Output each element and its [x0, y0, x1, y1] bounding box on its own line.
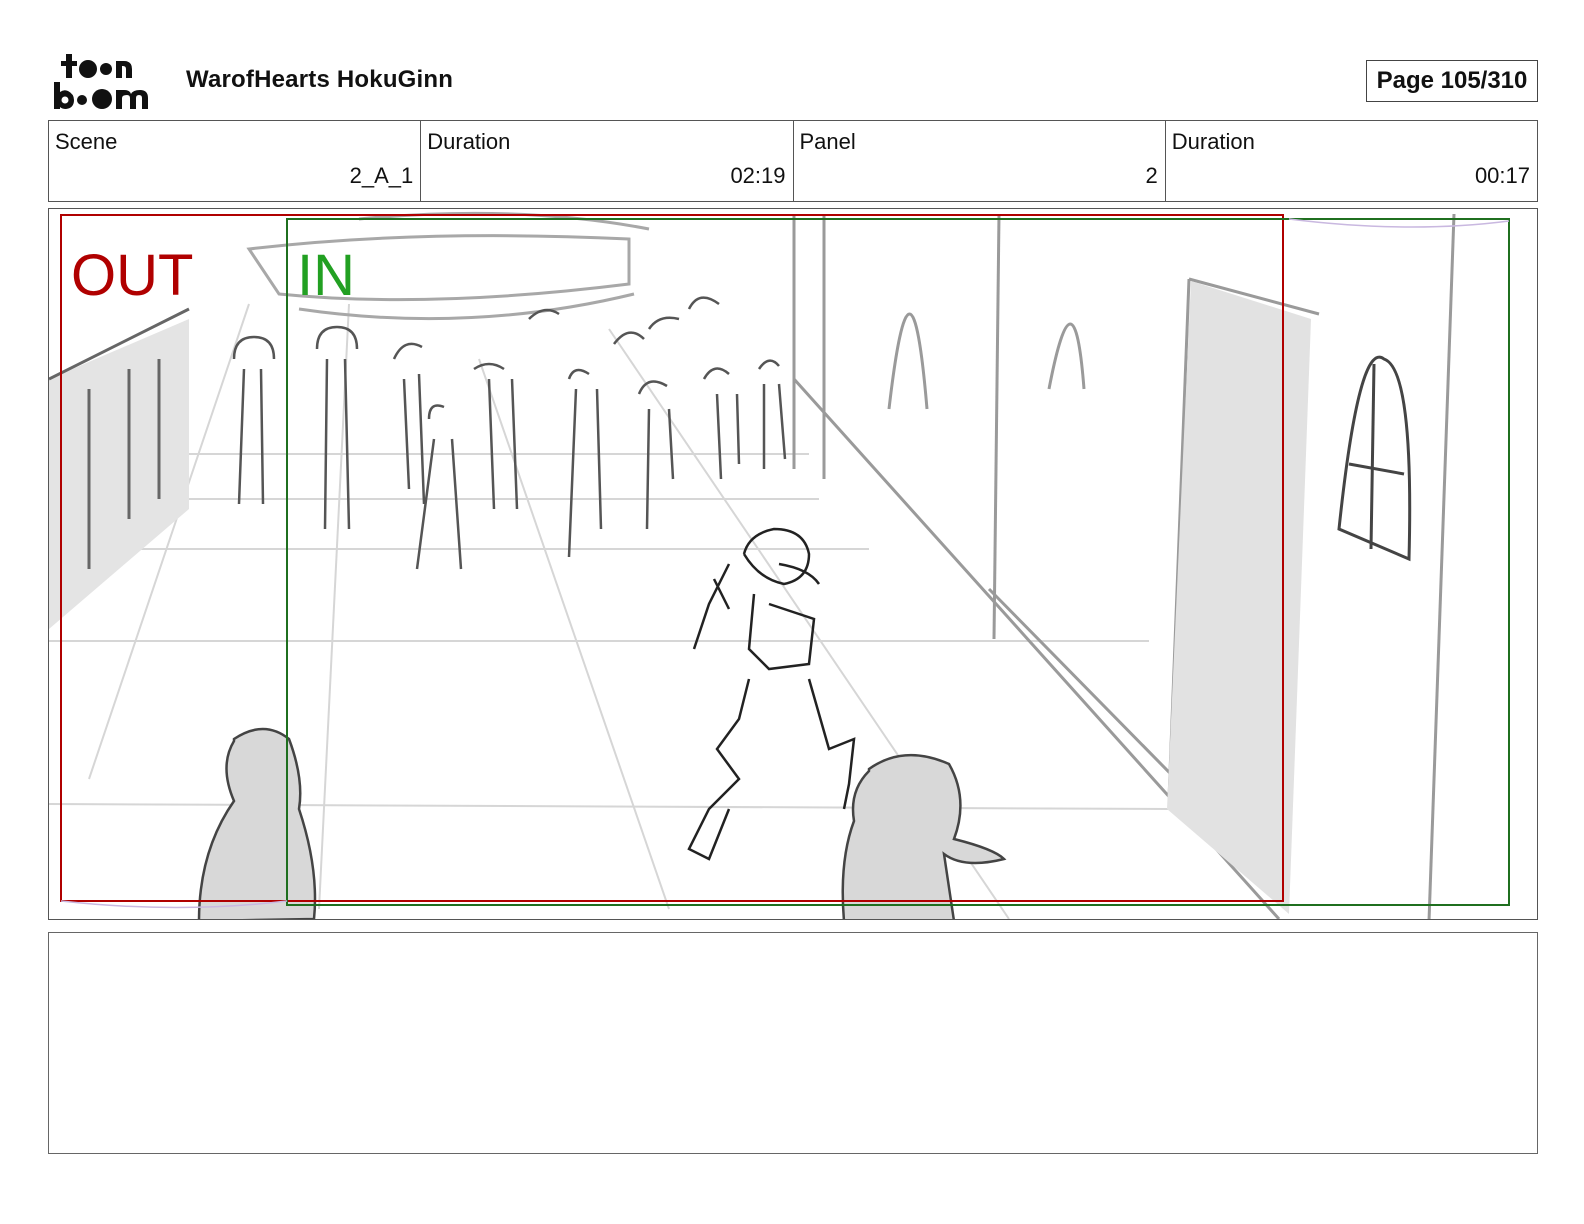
scene-duration-value: 02:19 [730, 163, 786, 188]
scene-value: 2_A_1 [349, 163, 414, 188]
scene-duration-label: Duration [427, 129, 511, 154]
panel-sketch: OUT IN [49, 211, 1510, 919]
panel-duration-label: Duration [1171, 129, 1255, 154]
in-label: IN [297, 243, 355, 308]
panel-value: 2 [1145, 163, 1158, 188]
scene-duration-cell: Duration 02:19 [421, 121, 794, 201]
panel-cell: Panel 2 [794, 121, 1166, 201]
out-label: OUT [71, 243, 193, 308]
panel-duration-value: 00:17 [1474, 163, 1530, 188]
scene-label: Scene [55, 129, 118, 154]
scene-info-bar: Scene 2_A_1 Duration 02:19 Panel 2 Durat… [48, 120, 1538, 202]
storyboard-panel: OUT IN [48, 208, 1538, 920]
page-number: Page 105/310 [1366, 60, 1538, 102]
panel-duration-cell: Duration 00:17 [1166, 121, 1537, 201]
project-title: WarofHearts HokuGinn [186, 66, 454, 93]
panel-label: Panel [799, 129, 856, 154]
toon-boom-logo [54, 54, 148, 109]
scene-cell: Scene 2_A_1 [49, 121, 422, 201]
panel-notes [48, 932, 1538, 1154]
